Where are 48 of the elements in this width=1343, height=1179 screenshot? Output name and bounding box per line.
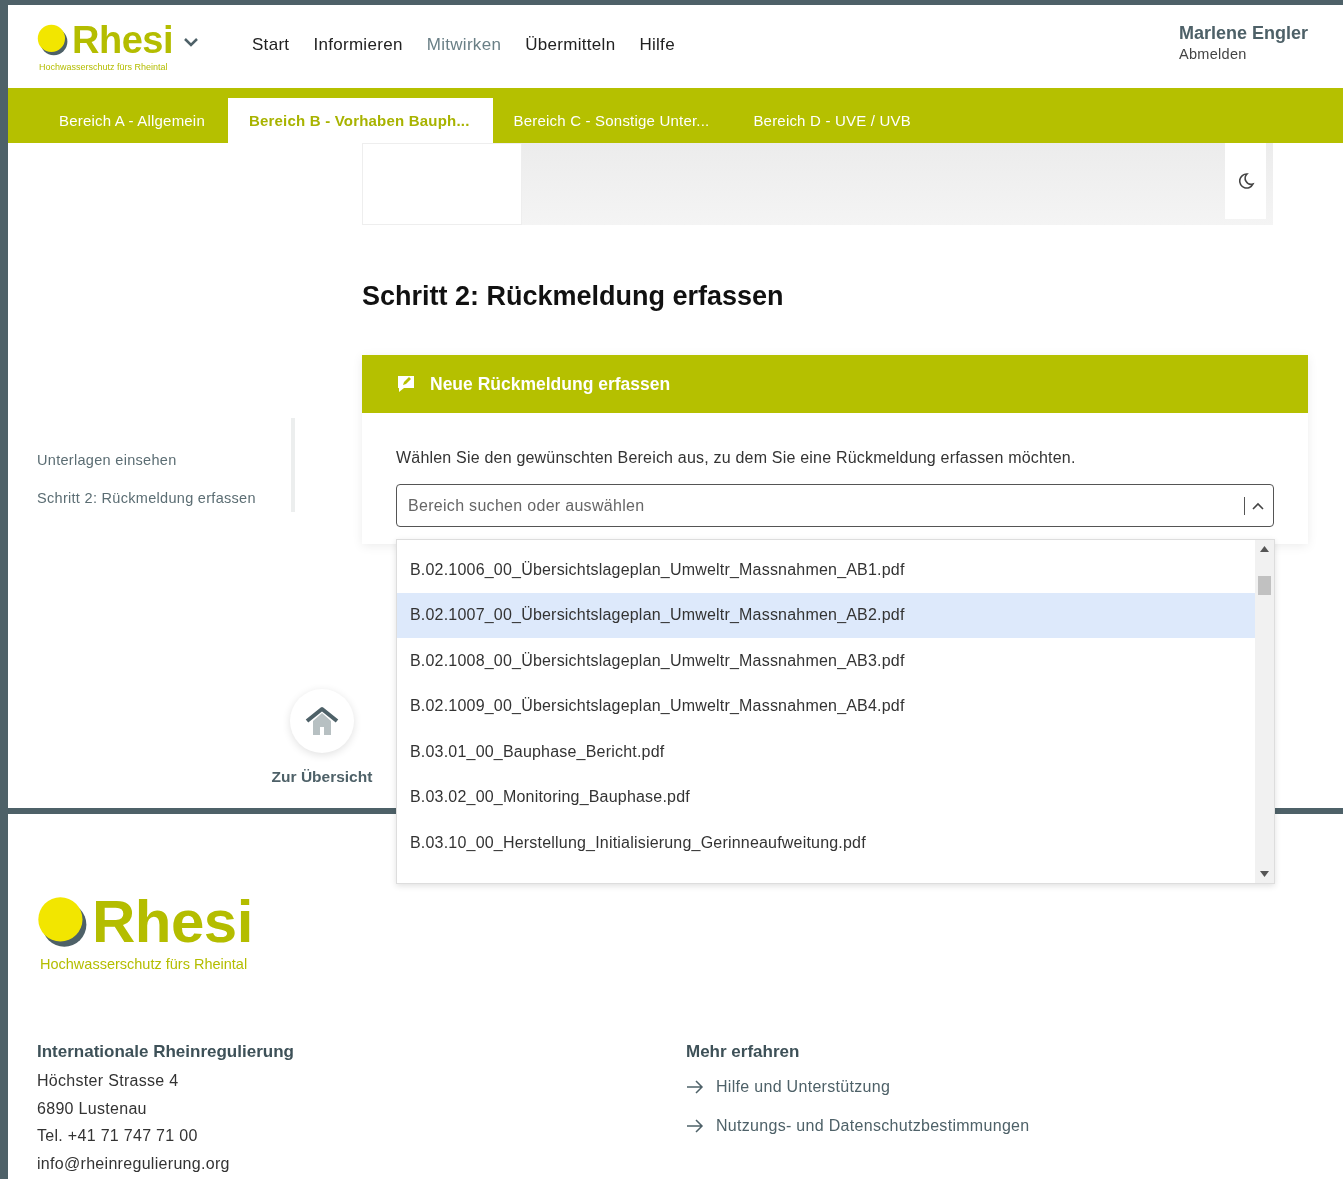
nav-link[interactable]: Start bbox=[252, 34, 290, 55]
scroll-down-icon[interactable] bbox=[1260, 871, 1269, 877]
dropdown-option[interactable]: B.02.1008_00_Übersichtslageplan_Umweltr_Massnahmen_AB3.pdf bbox=[397, 638, 1255, 684]
logo-icon bbox=[37, 24, 69, 56]
moon-icon bbox=[1236, 172, 1255, 190]
footer-link[interactable]: Nutzungs- und Datenschutzbestimmungen bbox=[686, 1106, 1186, 1145]
scrollbar[interactable] bbox=[1255, 540, 1274, 883]
dropdown-option[interactable]: B.02.1007_00_Übersichtslageplan_Umweltr_Massnahmen_AB2.pdf bbox=[397, 592, 1255, 638]
card-title: Neue Rückmeldung erfassen bbox=[430, 373, 671, 395]
logo-tagline: Hochwasserschutz fürs Rheintal bbox=[39, 62, 169, 72]
step-heading: Schritt 2: Rückmeldung erfassen bbox=[362, 280, 785, 312]
dropdown-option[interactable]: B.03.02_00_Monitoring_Bauphase.pdf bbox=[397, 774, 1255, 820]
logo-tagline: Hochwasserschutz fürs Rheintal bbox=[40, 956, 249, 972]
scroll-up-icon[interactable] bbox=[1260, 546, 1269, 552]
scrollbar-thumb[interactable] bbox=[1258, 576, 1271, 595]
dropdown-option[interactable]: B.03.10_00_Herstellung_Initialisierung_Gerinneaufweitung.pdf bbox=[397, 820, 1255, 866]
home-label: Zur Übersicht bbox=[271, 768, 373, 786]
nav-link[interactable]: Hilfe bbox=[639, 34, 675, 55]
chevron-up-icon[interactable] bbox=[1252, 501, 1264, 510]
footer-link[interactable]: Hilfe und Unterstützung bbox=[686, 1067, 1186, 1106]
logo-wordmark: Rhesi bbox=[92, 892, 253, 952]
sidebar-link[interactable]: Schritt 2: Rückmeldung erfassen bbox=[37, 490, 291, 506]
footer-heading: Internationale Rheinregulierung bbox=[37, 1042, 295, 1062]
address-line: 6890 Lustenau bbox=[37, 1098, 148, 1119]
dropdown-option[interactable]: B.03.01_00_Bauphase_Bericht.pdf bbox=[397, 729, 1255, 775]
address-line: Tel. +41 71 747 71 00 bbox=[37, 1126, 199, 1146]
logout-link[interactable]: Abmelden bbox=[1178, 46, 1308, 62]
user-name: Marlene Engler bbox=[1178, 23, 1308, 44]
address-line: Höchster Strasse 4 bbox=[37, 1071, 180, 1091]
dropdown-option[interactable]: B.02.1009_00_Übersichtslageplan_Umweltr_Massnahmen_AB4.pdf bbox=[397, 683, 1255, 729]
dropdown-option[interactable]: B.02.1006_00_Übersichtslageplan_Umweltr_Massnahmen_AB1.pdf bbox=[397, 547, 1255, 593]
nav-link[interactable]: Übermitteln bbox=[525, 34, 616, 55]
logo-wordmark: Rhesi bbox=[72, 21, 173, 59]
nav-link[interactable]: Informieren bbox=[313, 34, 403, 55]
area-select-field[interactable]: Bereich suchen oder auswählen bbox=[396, 484, 1274, 527]
sidebar-link[interactable]: Unterlagen einsehen bbox=[37, 452, 291, 468]
comment-edit-icon bbox=[396, 374, 416, 394]
instruction-text: Wählen Sie den gewünschten Bereich aus, zu dem Sie eine Rückmeldung erfassen möchten. bbox=[396, 449, 1077, 467]
logo-icon bbox=[37, 896, 89, 948]
nav-link[interactable]: Mitwirken bbox=[426, 34, 502, 55]
footer-heading: Mehr erfahren bbox=[686, 1042, 801, 1062]
arrow-right-icon bbox=[686, 1079, 704, 1094]
dark-mode-button[interactable] bbox=[1225, 143, 1266, 219]
chevron-down-icon[interactable] bbox=[183, 36, 199, 47]
house-icon bbox=[305, 706, 339, 736]
arrow-right-icon bbox=[686, 1118, 704, 1133]
address-line: info@rheinregulierung.org bbox=[37, 1153, 231, 1174]
home-button[interactable] bbox=[290, 689, 354, 753]
